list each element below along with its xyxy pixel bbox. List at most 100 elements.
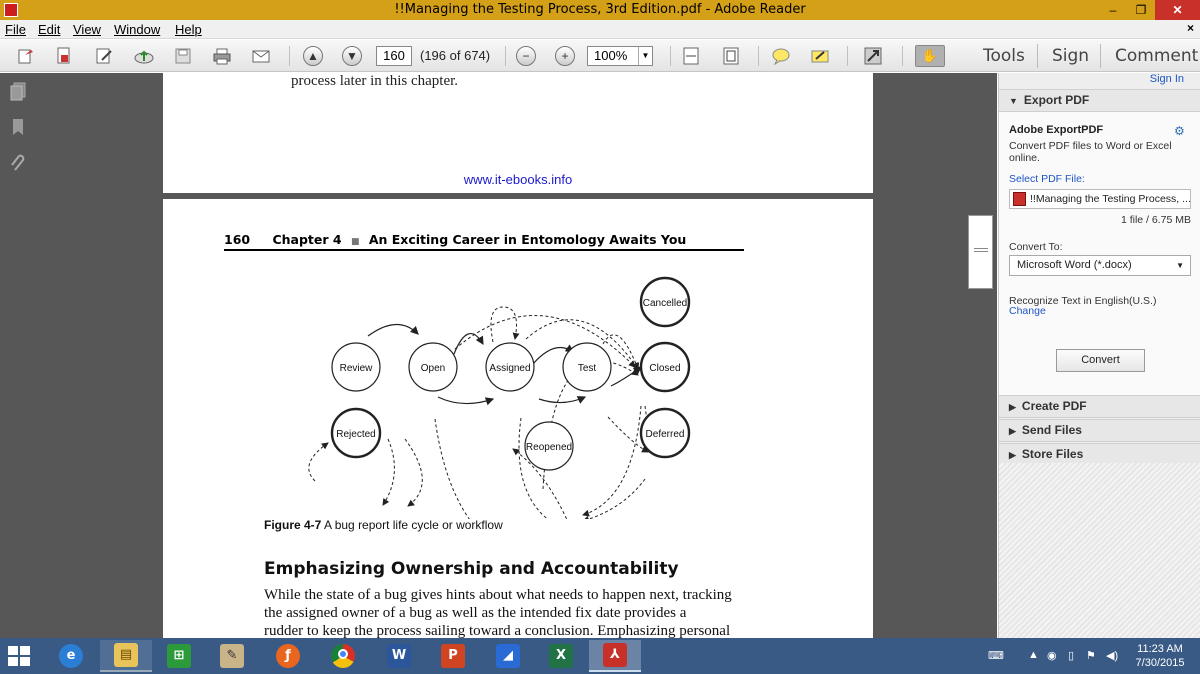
tab-tools[interactable]: Tools <box>983 40 1025 72</box>
restore-button[interactable]: ❐ <box>1127 0 1155 20</box>
fit-width-icon[interactable] <box>680 45 702 67</box>
email-icon[interactable] <box>250 45 272 67</box>
hand-tool-icon[interactable]: ✋ <box>915 45 945 67</box>
fit-page-icon[interactable] <box>720 45 742 67</box>
minimize-button[interactable]: – <box>1099 0 1127 20</box>
pdf-page-previous: process later in this chapter. www.it-eb… <box>163 73 873 193</box>
convert-button[interactable]: Convert <box>1056 349 1145 372</box>
page-text-line: process later in this chapter. <box>291 73 459 89</box>
diagram-node-label: Cancelled <box>643 298 687 309</box>
keyboard-icon[interactable]: ⌨ <box>988 649 1004 662</box>
send-files-header[interactable]: ▶ Send Files <box>999 419 1200 442</box>
change-language-link[interactable]: Change <box>1009 305 1046 317</box>
menu-file[interactable]: File <box>5 22 26 37</box>
pane-resize-handle[interactable] <box>968 215 993 289</box>
cloud-upload-icon[interactable] <box>133 45 155 67</box>
menu-edit[interactable]: Edit <box>38 22 60 37</box>
pdf-page-current: 160 Chapter 4 ■ An Exciting Career in En… <box>163 199 873 638</box>
diagram-node-assigned: Assigned <box>485 342 535 392</box>
chevron-right-icon: ▶ <box>1009 402 1016 412</box>
chevron-right-icon: ▶ <box>1009 426 1016 436</box>
diagram-node-open: Open <box>408 342 458 392</box>
close-document-button[interactable]: × <box>1187 21 1194 35</box>
body-paragraph: While the state of a bug gives hints abo… <box>264 586 746 638</box>
toolbar-separator <box>670 46 671 66</box>
sign-in-link[interactable]: Sign In <box>1150 73 1184 85</box>
export-pdf-header[interactable]: ▼ Export PDF <box>999 89 1200 112</box>
diagram-node-closed: Closed <box>639 341 691 393</box>
tab-comment[interactable]: Comment <box>1115 40 1198 72</box>
document-view[interactable]: process later in this chapter. www.it-eb… <box>37 73 997 638</box>
create-pdf-icon[interactable] <box>53 45 75 67</box>
diagram-node-label: Assigned <box>489 363 530 374</box>
menu-view[interactable]: View <box>73 22 101 37</box>
next-page-button[interactable]: ▼ <box>342 46 362 66</box>
print-icon[interactable] <box>211 45 233 67</box>
volume-icon[interactable]: ◀) <box>1106 649 1118 662</box>
settings-icon[interactable]: ⚙ <box>1174 124 1188 138</box>
diagram-node-review: Review <box>331 342 381 392</box>
action-center-icon[interactable]: ⚑ <box>1086 649 1096 662</box>
word-icon[interactable]: W <box>373 640 425 672</box>
diagram-node-reopened: Reopened <box>524 421 574 471</box>
adobe-reader-taskbar-icon[interactable]: ⅄ <box>589 640 641 672</box>
fullscreen-icon[interactable] <box>862 45 884 67</box>
navigation-pane <box>0 73 37 638</box>
pdf-file-icon <box>1013 192 1026 206</box>
select-pdf-file-label[interactable]: Select PDF File: <box>1009 173 1085 185</box>
battery-icon[interactable]: ▯ <box>1068 649 1074 662</box>
create-pdf-header[interactable]: ▶ Create PDF <box>999 395 1200 418</box>
show-hidden-icons-icon[interactable]: ▲ <box>1028 649 1039 661</box>
previous-page-button[interactable]: ▲ <box>303 46 323 66</box>
highlight-icon[interactable] <box>809 45 831 67</box>
body-line: the assigned owner of a bug as well as t… <box>264 605 687 621</box>
windows-start-icon[interactable] <box>8 646 30 666</box>
zoom-level-select[interactable]: 100% ▼ <box>587 46 653 66</box>
bookmarks-icon[interactable] <box>9 117 27 137</box>
close-button[interactable]: ✕ <box>1155 0 1200 20</box>
edit-pdf-icon[interactable] <box>93 45 115 67</box>
file-info: 1 file / 6.75 MB <box>1120 214 1191 226</box>
diagram-node-label: Rejected <box>336 429 375 440</box>
diagram-node-label: Open <box>421 363 445 374</box>
diagram-node-test: Test <box>562 342 612 392</box>
zoom-out-button[interactable]: − <box>516 46 536 66</box>
paint-icon[interactable]: ✎ <box>206 640 258 672</box>
section-heading: Emphasizing Ownership and Accountability <box>264 559 679 579</box>
app-icon[interactable]: ◢ <box>482 640 534 672</box>
store-icon[interactable]: ⊞ <box>153 640 205 672</box>
page-thumbnails-icon[interactable] <box>9 81 27 101</box>
arrow-closed-reopened <box>582 405 642 517</box>
save-icon[interactable] <box>172 45 194 67</box>
tab-sign[interactable]: Sign <box>1052 40 1089 72</box>
body-line: While the state of a bug gives hints abo… <box>264 587 732 603</box>
figure-caption: Figure 4-7 A bug report life cycle or wo… <box>264 518 503 532</box>
toolbar-separator <box>1037 44 1038 68</box>
selected-file-name: !!Managing the Testing Process, ... <box>1030 193 1191 205</box>
system-clock[interactable]: 11:23 AM 7/30/2015 <box>1125 642 1195 670</box>
open-file-icon[interactable] <box>15 45 37 67</box>
firefox-icon[interactable]: ƒ <box>262 640 314 672</box>
title-bar: !!Managing the Testing Process, 3rd Edit… <box>0 0 1200 20</box>
figure-caption-text: A bug report life cycle or workflow <box>324 518 503 532</box>
menu-help[interactable]: Help <box>175 22 202 37</box>
file-explorer-icon[interactable]: ▤ <box>100 640 152 672</box>
chrome-icon[interactable] <box>317 640 369 672</box>
clock-date: 7/30/2015 <box>1135 657 1185 669</box>
zoom-in-button[interactable]: + <box>555 46 575 66</box>
page-footer-url[interactable]: www.it-ebooks.info <box>163 172 873 187</box>
menu-window[interactable]: Window <box>114 22 160 37</box>
powerpoint-icon[interactable]: P <box>427 640 479 672</box>
convert-to-select[interactable]: Microsoft Word (*.docx) ▼ <box>1009 255 1191 276</box>
selected-file-field[interactable]: !!Managing the Testing Process, ... <box>1009 189 1191 209</box>
network-icon[interactable]: ◉ <box>1047 649 1057 662</box>
figure-label: Figure 4-7 <box>264 518 322 532</box>
comment-icon[interactable] <box>770 45 792 67</box>
attachments-icon[interactable] <box>9 153 27 173</box>
excel-icon[interactable]: X <box>535 640 587 672</box>
tools-panel: Sign In ▼ Export PDF Adobe ExportPDF ⚙ Co… <box>998 73 1200 638</box>
chevron-down-icon: ▼ <box>638 47 652 65</box>
diagram-node-label: Review <box>340 363 374 374</box>
page-number-input[interactable]: 160 <box>376 46 412 66</box>
internet-explorer-icon[interactable]: e <box>45 640 97 672</box>
